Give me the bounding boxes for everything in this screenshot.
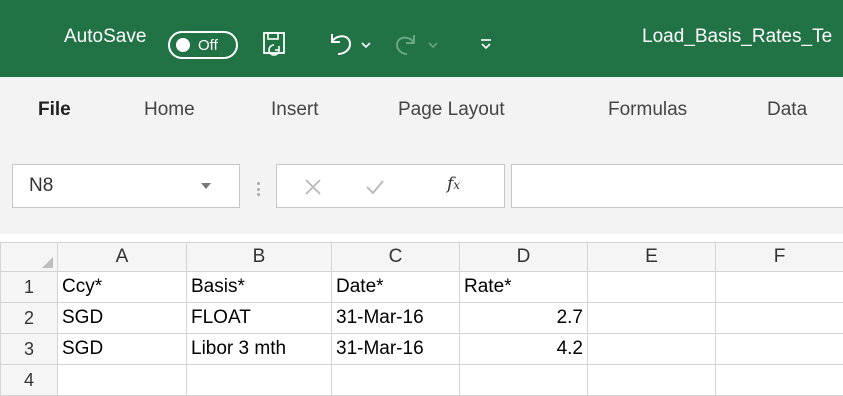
row-header[interactable]: 2	[0, 302, 58, 334]
cell-e3[interactable]	[587, 333, 716, 365]
tab-insert[interactable]: Insert	[271, 99, 319, 121]
cell-b4[interactable]	[186, 364, 332, 396]
autosave-toggle[interactable]: Off	[168, 31, 238, 59]
tab-formulas[interactable]: Formulas	[608, 99, 687, 121]
cell-e1[interactable]	[587, 271, 716, 303]
cell-c3[interactable]: 31-Mar-16	[331, 333, 460, 365]
row-header[interactable]: 4	[0, 364, 58, 396]
tab-file[interactable]: File	[38, 99, 71, 121]
cell-a3[interactable]: SGD	[57, 333, 187, 365]
autosave-label: AutoSave	[64, 26, 147, 47]
enter-icon[interactable]	[365, 178, 385, 196]
cell-c4[interactable]	[331, 364, 460, 396]
column-header-f[interactable]: F	[715, 242, 843, 272]
file-name: Load_Basis_Rates_Te	[642, 26, 833, 47]
ribbon-tabs: File Home Insert Page Layout Formulas Da…	[0, 77, 843, 149]
drag-handle-icon[interactable]	[257, 182, 260, 196]
cell-f2[interactable]	[715, 302, 843, 334]
cell-f4[interactable]	[715, 364, 843, 396]
tab-page-layout[interactable]: Page Layout	[398, 99, 505, 121]
spreadsheet-grid: A B C D E F 1 Ccy* Basis* Date* Rate* 2 …	[0, 242, 843, 396]
cell-b2[interactable]: FLOAT	[186, 302, 332, 334]
tab-home[interactable]: Home	[144, 99, 195, 121]
cell-f3[interactable]	[715, 333, 843, 365]
autosave-state: Off	[198, 36, 218, 54]
select-all-corner[interactable]	[0, 242, 58, 272]
table-row: 4	[0, 364, 843, 396]
cell-a4[interactable]	[57, 364, 187, 396]
column-header-b[interactable]: B	[186, 242, 332, 272]
redo-icon[interactable]	[394, 31, 420, 57]
cell-b3[interactable]: Libor 3 mth	[186, 333, 332, 365]
redo-dropdown-icon[interactable]	[428, 42, 438, 49]
cancel-icon[interactable]	[304, 178, 322, 196]
formula-buttons: fx	[276, 164, 505, 208]
cell-c1[interactable]: Date*	[331, 271, 460, 303]
cell-d1[interactable]: Rate*	[459, 271, 588, 303]
formula-input[interactable]	[511, 164, 843, 208]
column-header-d[interactable]: D	[459, 242, 588, 272]
tab-data[interactable]: Data	[767, 99, 807, 121]
customize-toolbar-icon[interactable]	[480, 38, 492, 50]
cell-a1[interactable]: Ccy*	[57, 271, 187, 303]
title-bar: AutoSave Off Load_Basis_Rates_Te	[0, 0, 843, 77]
name-box-dropdown-icon[interactable]	[201, 183, 211, 189]
cell-d4[interactable]	[459, 364, 588, 396]
save-icon[interactable]	[262, 31, 288, 57]
column-header-e[interactable]: E	[587, 242, 716, 272]
cell-e4[interactable]	[587, 364, 716, 396]
toggle-knob	[176, 38, 190, 52]
cell-b1[interactable]: Basis*	[186, 271, 332, 303]
cell-d2[interactable]: 2.7	[459, 302, 588, 334]
row-header[interactable]: 1	[0, 271, 58, 303]
table-row: 2 SGD FLOAT 31-Mar-16 2.7	[0, 302, 843, 334]
cell-c2[interactable]: 31-Mar-16	[331, 302, 460, 334]
column-header-a[interactable]: A	[57, 242, 187, 272]
name-box-value: N8	[29, 175, 54, 196]
cell-d3[interactable]: 4.2	[459, 333, 588, 365]
table-row: 3 SGD Libor 3 mth 31-Mar-16 4.2	[0, 333, 843, 365]
cell-e2[interactable]	[587, 302, 716, 334]
insert-function-icon[interactable]: fx	[447, 174, 460, 194]
column-header-c[interactable]: C	[331, 242, 460, 272]
cell-f1[interactable]	[715, 271, 843, 303]
undo-dropdown-icon[interactable]	[361, 42, 371, 49]
undo-icon[interactable]	[326, 30, 356, 58]
table-row: 1 Ccy* Basis* Date* Rate*	[0, 271, 843, 303]
formula-bar: N8 fx	[0, 149, 843, 234]
cell-a2[interactable]: SGD	[57, 302, 187, 334]
row-header[interactable]: 3	[0, 333, 58, 365]
name-box[interactable]: N8	[12, 164, 240, 208]
